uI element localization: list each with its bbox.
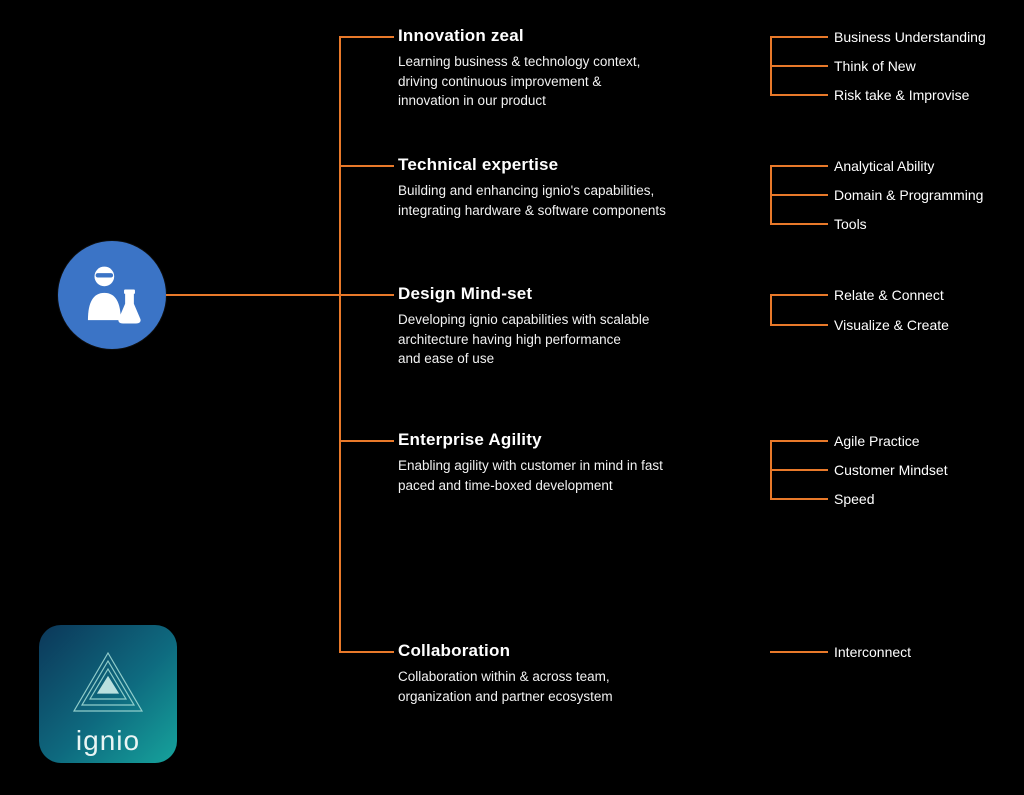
connector: [339, 294, 394, 296]
l1-collaboration-title: Collaboration: [398, 641, 510, 661]
connector: [770, 440, 828, 442]
connector: [770, 223, 828, 225]
l1-technical-desc: Building and enhancing ignio's capabilit…: [398, 181, 666, 220]
l1-design-desc: Developing ignio capabilities with scala…: [398, 310, 649, 369]
l1-innovation-title: Innovation zeal: [398, 26, 524, 46]
connector: [770, 498, 828, 500]
l1-design-title: Design Mind-set: [398, 284, 532, 304]
leaf-agile-practice: Agile Practice: [834, 432, 920, 450]
leaf-risk-improvise: Risk take & Improvise: [834, 86, 969, 104]
connector: [339, 651, 394, 653]
leaf-interconnect: Interconnect: [834, 643, 911, 661]
connector: [166, 294, 341, 296]
brand-label: ignio: [76, 725, 140, 757]
scientist-glyph: [77, 260, 147, 330]
leaf-think-of-new: Think of New: [834, 57, 916, 75]
leaf-business-understanding: Business Understanding: [834, 28, 986, 46]
leaf-visualize-create: Visualize & Create: [834, 316, 949, 334]
connector: [770, 294, 828, 296]
ignio-logo: ignio: [39, 625, 177, 763]
leaf-tools: Tools: [834, 215, 867, 233]
l1-technical-title: Technical expertise: [398, 155, 558, 175]
leaf-analytical-ability: Analytical Ability: [834, 157, 934, 175]
l1-innovation-desc: Learning business & technology context, …: [398, 52, 640, 111]
connector: [770, 94, 828, 96]
l1-agility-title: Enterprise Agility: [398, 430, 542, 450]
l1-agility-desc: Enabling agility with customer in mind i…: [398, 456, 663, 495]
connector: [770, 165, 828, 167]
diagram-canvas: ignio Innovation zeal Learning business …: [0, 0, 1024, 795]
connector: [770, 324, 828, 326]
leaf-customer-mindset: Customer Mindset: [834, 461, 948, 479]
ignio-spiral-icon: [66, 647, 150, 721]
leaf-domain-programming: Domain & Programming: [834, 186, 983, 204]
connector: [770, 469, 828, 471]
connector: [770, 194, 828, 196]
connector: [770, 651, 828, 653]
connector: [339, 440, 394, 442]
connector: [770, 65, 828, 67]
connector: [339, 165, 394, 167]
leaf-relate-connect: Relate & Connect: [834, 286, 944, 304]
connector: [770, 294, 772, 324]
connector: [770, 36, 828, 38]
connector: [339, 36, 394, 38]
leaf-speed: Speed: [834, 490, 874, 508]
l1-collaboration-desc: Collaboration within & across team, orga…: [398, 667, 613, 706]
connector: [339, 36, 341, 653]
scientist-icon: [58, 241, 166, 349]
